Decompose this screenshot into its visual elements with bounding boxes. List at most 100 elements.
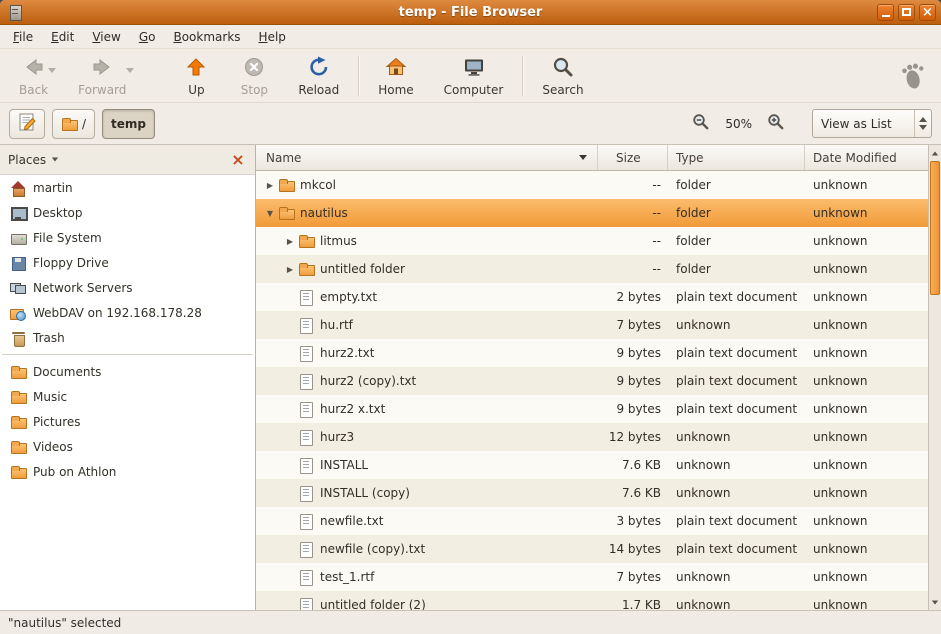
- scroll-up-button[interactable]: [929, 146, 941, 160]
- column-header-type[interactable]: Type: [668, 145, 805, 170]
- titlebar[interactable]: temp - File Browser ×: [0, 0, 941, 25]
- combo-arrows-icon[interactable]: [914, 110, 931, 137]
- search-button[interactable]: Search: [533, 53, 592, 99]
- file-type: folder: [668, 227, 805, 255]
- maximize-button[interactable]: [898, 4, 915, 21]
- file-row-untitled-folder-2[interactable]: untitled folder (2)1.7 KBunknownunknown: [256, 591, 928, 610]
- scrollbar-thumb[interactable]: [930, 161, 940, 295]
- path-button-root[interactable]: /: [52, 109, 95, 139]
- file-row-hurz2-x-txt[interactable]: hurz2 x.txt9 bytesplain text documentunk…: [256, 395, 928, 423]
- path-button-current[interactable]: temp: [102, 109, 155, 139]
- minimize-button[interactable]: [877, 4, 894, 21]
- file-date-modified: unknown: [805, 199, 928, 227]
- file-row-litmus[interactable]: ▶litmus--folderunknown: [256, 227, 928, 255]
- file-row-install-copy[interactable]: INSTALL (copy)7.6 KBunknownunknown: [256, 479, 928, 507]
- file-name: hurz2.txt: [320, 346, 374, 360]
- file-date-modified: unknown: [805, 591, 928, 610]
- menu-go[interactable]: Go: [130, 27, 165, 47]
- computer-button[interactable]: Computer: [435, 53, 513, 99]
- sidebar-item-pub-on-athlon[interactable]: Pub on Athlon: [0, 459, 255, 484]
- forward-button[interactable]: Forward: [69, 53, 135, 99]
- sidebar-item-label: File System: [33, 231, 102, 245]
- sidebar-item-desktop[interactable]: Desktop: [0, 200, 255, 225]
- close-button[interactable]: ×: [919, 4, 936, 21]
- menu-help[interactable]: Help: [250, 27, 295, 47]
- file-type: plain text document: [668, 395, 805, 423]
- file-type: plain text document: [668, 535, 805, 563]
- file-icon: [298, 513, 314, 529]
- view-mode-select[interactable]: View as List: [812, 109, 932, 138]
- sidebar-item-network-servers[interactable]: Network Servers: [0, 275, 255, 300]
- file-row-newfile-txt[interactable]: newfile.txt3 bytesplain text documentunk…: [256, 507, 928, 535]
- back-history-dropdown-icon[interactable]: [48, 68, 56, 73]
- stop-icon: [242, 55, 266, 82]
- sidebar-item-music[interactable]: Music: [0, 384, 255, 409]
- file-row-mkcol[interactable]: ▶mkcol--folderunknown: [256, 171, 928, 199]
- reload-icon: [307, 55, 331, 82]
- back-button[interactable]: Back: [10, 53, 57, 99]
- file-icon: [298, 401, 314, 417]
- menu-view[interactable]: View: [83, 27, 129, 47]
- location-bar: / temp 50% View as List: [0, 103, 941, 145]
- menu-file[interactable]: File: [4, 27, 42, 47]
- column-header-date-modified[interactable]: Date Modified: [805, 145, 928, 170]
- zoom-level: 50%: [725, 117, 752, 131]
- file-icon: [298, 373, 314, 389]
- expand-expander-icon[interactable]: ▶: [282, 265, 298, 274]
- sidebar-item-trash[interactable]: Trash: [0, 325, 255, 350]
- sidebar-item-webdav-on-192-168-178-28[interactable]: WebDAV on 192.168.178.28: [0, 300, 255, 325]
- places-title: Places: [8, 153, 46, 167]
- sidebar-item-videos[interactable]: Videos: [0, 434, 255, 459]
- column-header-name[interactable]: Name: [256, 145, 598, 170]
- file-name: newfile (copy).txt: [320, 542, 425, 556]
- file-row-test-1-rtf[interactable]: test_1.rtf7 bytesunknownunknown: [256, 563, 928, 591]
- folder-icon: [278, 177, 294, 193]
- zoom-out-button[interactable]: [690, 113, 712, 135]
- zoom-in-button[interactable]: [765, 113, 787, 135]
- file-date-modified: unknown: [805, 395, 928, 423]
- file-row-hurz2-copy-txt[interactable]: hurz2 (copy).txt9 bytesplain text docume…: [256, 367, 928, 395]
- places-header[interactable]: Places ×: [0, 145, 255, 175]
- sidebar-item-floppy-drive[interactable]: Floppy Drive: [0, 250, 255, 275]
- close-sidebar-button[interactable]: ×: [229, 152, 247, 168]
- sidebar-item-pictures[interactable]: Pictures: [0, 409, 255, 434]
- file-row-hurz2-txt[interactable]: hurz2.txt9 bytesplain text documentunkno…: [256, 339, 928, 367]
- file-type: unknown: [668, 423, 805, 451]
- sidebar-item-martin[interactable]: martin: [0, 175, 255, 200]
- home-button[interactable]: Home: [369, 53, 422, 99]
- edit-location-button[interactable]: [9, 109, 45, 139]
- file-row-hu-rtf[interactable]: hu.rtf7 bytesunknownunknown: [256, 311, 928, 339]
- sidebar-item-file-system[interactable]: File System: [0, 225, 255, 250]
- scroll-down-button[interactable]: [929, 595, 941, 609]
- file-row-newfile-copy-txt[interactable]: newfile (copy).txt14 bytesplain text doc…: [256, 535, 928, 563]
- computer-icon: [462, 55, 486, 82]
- status-bar: "nautilus" selected: [0, 610, 941, 634]
- file-row-nautilus[interactable]: ▼nautilus--folderunknown: [256, 199, 928, 227]
- file-type: plain text document: [668, 283, 805, 311]
- menu-bookmarks[interactable]: Bookmarks: [164, 27, 249, 47]
- vertical-scrollbar[interactable]: [928, 145, 941, 610]
- expand-expander-icon[interactable]: ▶: [282, 237, 298, 246]
- file-type: unknown: [668, 563, 805, 591]
- file-row-install[interactable]: INSTALL7.6 KBunknownunknown: [256, 451, 928, 479]
- sidebar-item-documents[interactable]: Documents: [0, 359, 255, 384]
- file-name: nautilus: [300, 206, 348, 220]
- file-size: 1.7 KB: [598, 591, 668, 610]
- file-size: --: [598, 199, 668, 227]
- up-button[interactable]: Up: [173, 53, 219, 99]
- file-name: INSTALL (copy): [320, 486, 410, 500]
- column-header-size[interactable]: Size: [598, 145, 668, 170]
- file-row-hurz3[interactable]: hurz312 bytesunknownunknown: [256, 423, 928, 451]
- reload-button[interactable]: Reload: [289, 53, 348, 99]
- stop-button[interactable]: Stop: [231, 53, 277, 99]
- menu-edit[interactable]: Edit: [42, 27, 83, 47]
- folder-icon: [10, 439, 26, 455]
- collapse-expander-icon[interactable]: ▼: [262, 209, 278, 218]
- forward-history-dropdown-icon[interactable]: [126, 68, 134, 73]
- file-row-untitled-folder[interactable]: ▶untitled folder--folderunknown: [256, 255, 928, 283]
- file-size: 12 bytes: [598, 423, 668, 451]
- file-row-empty-txt[interactable]: empty.txt2 bytesplain text documentunkno…: [256, 283, 928, 311]
- home-icon: [10, 180, 26, 196]
- expand-expander-icon[interactable]: ▶: [262, 181, 278, 190]
- file-name: litmus: [320, 234, 357, 248]
